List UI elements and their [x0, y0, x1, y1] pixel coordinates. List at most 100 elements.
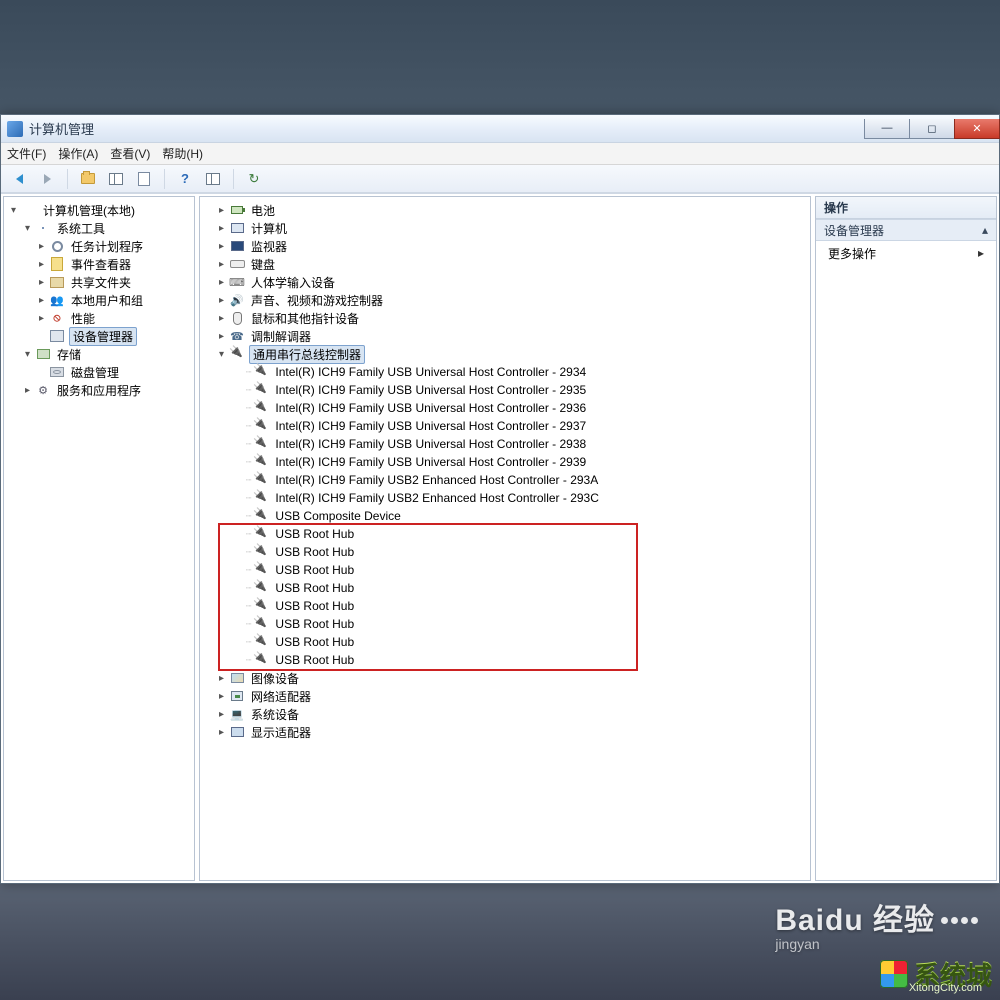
tree-node-label: Intel(R) ICH9 Family USB Universal Host … [273, 437, 588, 451]
tree-item-storage[interactable]: 存储 [6, 345, 192, 363]
tree-node-label: 人体学输入设备 [249, 274, 337, 291]
tree-twisty-icon[interactable] [216, 691, 227, 702]
tree-node-icon [253, 562, 269, 578]
tree-twisty-icon[interactable] [36, 241, 47, 252]
tree-item-usb-child-1[interactable]: ┈ Intel(R) ICH9 Family USB Universal Hos… [202, 381, 808, 399]
tree-connector-icon: ┈ [246, 656, 251, 665]
refresh-button[interactable]: ↻ [242, 168, 266, 190]
view-button[interactable] [201, 168, 225, 190]
tree-item-after-0[interactable]: 图像设备 [202, 669, 808, 687]
tree-item-usb-child-14[interactable]: ┈ USB Root Hub [202, 615, 808, 633]
maximize-button[interactable]: ◻ [909, 119, 955, 139]
tree-node-icon [49, 274, 65, 290]
tree-item-cat-7[interactable]: ☎ 调制解调器 [202, 327, 808, 345]
minimize-button[interactable]: — [864, 119, 910, 139]
tree-connector-icon: ┈ [246, 638, 251, 647]
tree-item-usb-child-7[interactable]: ┈ Intel(R) ICH9 Family USB2 Enhanced Hos… [202, 489, 808, 507]
submenu-icon: ▸ [978, 246, 984, 260]
tree-twisty-icon[interactable] [8, 205, 19, 216]
tree-item-system-tools[interactable]: 系统工具 [6, 219, 192, 237]
window-title: 计算机管理 [29, 119, 94, 138]
tree-node-label: USB Root Hub [273, 527, 356, 541]
tree-item-usb-child-10[interactable]: ┈ USB Root Hub [202, 543, 808, 561]
tree-item-usb-controllers[interactable]: 通用串行总线控制器 [202, 345, 808, 363]
tree-node-icon: 🔊 [229, 292, 245, 308]
tree-twisty-icon[interactable] [22, 385, 33, 396]
arrow-right-icon [44, 174, 51, 184]
tree-twisty-icon[interactable] [36, 259, 47, 270]
menu-file[interactable]: 文件(F) [7, 145, 46, 162]
tree-twisty-icon[interactable] [216, 727, 227, 738]
tree-item-usb-child-15[interactable]: ┈ USB Root Hub [202, 633, 808, 651]
tree-item-usb-child-4[interactable]: ┈ Intel(R) ICH9 Family USB Universal Hos… [202, 435, 808, 453]
tree-item-cat-5[interactable]: 🔊 声音、视频和游戏控制器 [202, 291, 808, 309]
actions-section-device-manager[interactable]: 设备管理器 ▴ [816, 219, 996, 241]
tree-item-cat-6[interactable]: 鼠标和其他指针设备 [202, 309, 808, 327]
folder-button[interactable] [76, 168, 100, 190]
titlebar[interactable]: 计算机管理 — ◻ ✕ [1, 115, 999, 143]
tree-item-cat-0[interactable]: 电池 [202, 201, 808, 219]
tree-node-icon [229, 220, 245, 236]
tree-item-usb-child-8[interactable]: ┈ USB Composite Device [202, 507, 808, 525]
tree-node-icon [253, 580, 269, 596]
tree-twisty-icon[interactable] [36, 295, 47, 306]
help-button[interactable]: ? [173, 168, 197, 190]
tree-item-sys-1[interactable]: 事件查看器 [6, 255, 192, 273]
tree-twisty-icon[interactable] [216, 331, 227, 342]
tree-item-usb-child-16[interactable]: ┈ USB Root Hub [202, 651, 808, 669]
tree-node-icon [253, 544, 269, 560]
tree-item-root[interactable]: 计算机管理(本地) [6, 201, 192, 219]
tree-leaf-icon [36, 367, 47, 378]
tree-item-cat-2[interactable]: 监视器 [202, 237, 808, 255]
nav-back-button[interactable] [7, 168, 31, 190]
tree-twisty-icon[interactable] [22, 223, 33, 234]
tree-twisty-icon[interactable] [216, 241, 227, 252]
tree-item-sys-5[interactable]: 设备管理器 [6, 327, 192, 345]
tree-item-after-1[interactable]: 网络适配器 [202, 687, 808, 705]
tree-item-after-2[interactable]: 💻 系统设备 [202, 705, 808, 723]
tree-twisty-icon[interactable] [216, 295, 227, 306]
tree-item-usb-child-9[interactable]: ┈ USB Root Hub [202, 525, 808, 543]
tree-twisty-icon[interactable] [36, 277, 47, 288]
tree-twisty-icon[interactable] [216, 277, 227, 288]
tree-item-usb-child-5[interactable]: ┈ Intel(R) ICH9 Family USB Universal Hos… [202, 453, 808, 471]
tree-twisty-icon[interactable] [216, 349, 227, 360]
tree-item-usb-child-2[interactable]: ┈ Intel(R) ICH9 Family USB Universal Hos… [202, 399, 808, 417]
tree-node-label: 共享文件夹 [69, 274, 133, 291]
tree-item-sys-4[interactable]: ⦸ 性能 [6, 309, 192, 327]
tree-item-usb-child-11[interactable]: ┈ USB Root Hub [202, 561, 808, 579]
actions-more-actions[interactable]: 更多操作 ▸ [816, 241, 996, 265]
tree-item-services[interactable]: ⚙ 服务和应用程序 [6, 381, 192, 399]
toolbar: ? ↻ [1, 165, 999, 193]
tree-item-cat-1[interactable]: 计算机 [202, 219, 808, 237]
device-tree-pane[interactable]: 电池 计算机 监视器 键盘 ⌨ 人体学输入设备 🔊 声音、视频和游戏控制器 鼠标… [199, 196, 811, 881]
tree-twisty-icon[interactable] [216, 205, 227, 216]
tree-item-usb-child-0[interactable]: ┈ Intel(R) ICH9 Family USB Universal Hos… [202, 363, 808, 381]
menu-action[interactable]: 操作(A) [58, 145, 98, 162]
tree-item-sys-0[interactable]: 任务计划程序 [6, 237, 192, 255]
tree-twisty-icon[interactable] [216, 313, 227, 324]
tree-item-cat-3[interactable]: 键盘 [202, 255, 808, 273]
panels-button[interactable] [104, 168, 128, 190]
menu-view[interactable]: 查看(V) [110, 145, 150, 162]
tree-twisty-icon[interactable] [216, 709, 227, 720]
close-button[interactable]: ✕ [954, 119, 1000, 139]
tree-item-disk-mgmt[interactable]: 磁盘管理 [6, 363, 192, 381]
tree-twisty-icon[interactable] [36, 313, 47, 324]
tree-item-cat-4[interactable]: ⌨ 人体学输入设备 [202, 273, 808, 291]
nav-forward-button[interactable] [35, 168, 59, 190]
menu-help[interactable]: 帮助(H) [162, 145, 203, 162]
tree-item-after-3[interactable]: 显示适配器 [202, 723, 808, 741]
tree-twisty-icon[interactable] [216, 259, 227, 270]
tree-item-usb-child-6[interactable]: ┈ Intel(R) ICH9 Family USB2 Enhanced Hos… [202, 471, 808, 489]
properties-button[interactable] [132, 168, 156, 190]
tree-twisty-icon[interactable] [216, 673, 227, 684]
left-nav-pane[interactable]: 计算机管理(本地) 系统工具 任务计划程序 事件查看器 共享文件夹 👥 本地用户… [3, 196, 195, 881]
tree-twisty-icon[interactable] [216, 223, 227, 234]
tree-item-sys-3[interactable]: 👥 本地用户和组 [6, 291, 192, 309]
tree-item-usb-child-12[interactable]: ┈ USB Root Hub [202, 579, 808, 597]
tree-item-usb-child-13[interactable]: ┈ USB Root Hub [202, 597, 808, 615]
tree-item-sys-2[interactable]: 共享文件夹 [6, 273, 192, 291]
tree-item-usb-child-3[interactable]: ┈ Intel(R) ICH9 Family USB Universal Hos… [202, 417, 808, 435]
tree-twisty-icon[interactable] [22, 349, 33, 360]
